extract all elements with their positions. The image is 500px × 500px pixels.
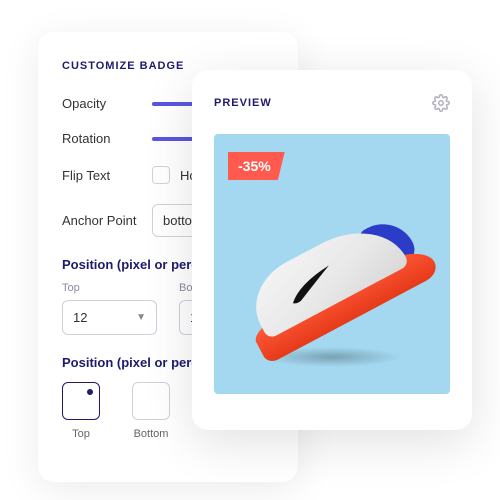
opacity-label: Opacity bbox=[62, 96, 152, 111]
flip-horizontal-checkbox[interactable] bbox=[152, 166, 170, 184]
chevron-down-icon: ▼ bbox=[136, 312, 146, 323]
anchor-dot-icon bbox=[87, 389, 93, 395]
gear-icon[interactable] bbox=[432, 94, 450, 112]
anchor-point-label: Anchor Point bbox=[62, 213, 152, 228]
pos-top-label: Top bbox=[62, 282, 157, 294]
anchor-option-top[interactable] bbox=[62, 382, 100, 420]
anchor-option-top-label: Top bbox=[72, 428, 90, 440]
preview-title: PREVIEW bbox=[214, 97, 272, 109]
anchor-option-bottom[interactable] bbox=[132, 382, 170, 420]
anchor-option-bottom-label: Bottom bbox=[134, 428, 169, 440]
pos-top-input[interactable]: 12 ▼ bbox=[62, 300, 157, 335]
discount-badge: -35% bbox=[228, 152, 285, 180]
preview-image: -35% bbox=[214, 134, 450, 394]
pos-top-value: 12 bbox=[73, 310, 87, 325]
product-shoe bbox=[224, 189, 441, 364]
rotation-label: Rotation bbox=[62, 131, 152, 146]
preview-panel: PREVIEW -35% bbox=[192, 70, 472, 430]
flip-text-label: Flip Text bbox=[62, 168, 152, 183]
